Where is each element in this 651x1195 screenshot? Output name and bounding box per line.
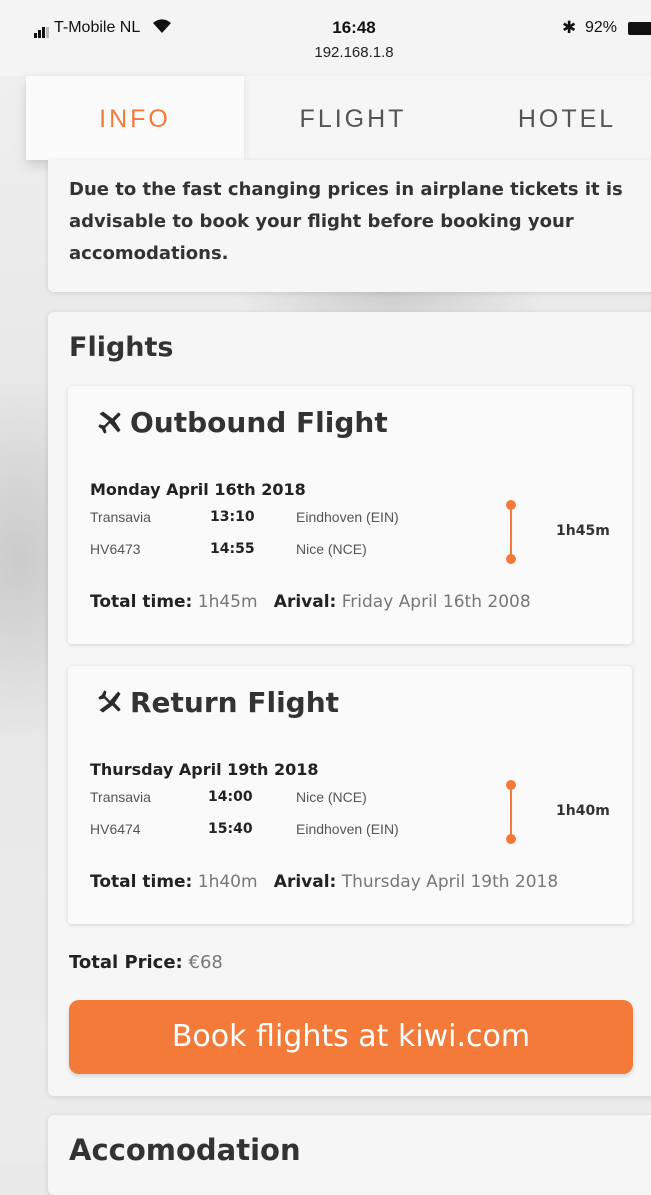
return-flight-card: Return Flight Thursday April 19th 2018 T…: [68, 666, 632, 924]
return-title: Return Flight: [96, 686, 339, 719]
return-duration: 1h40m: [556, 803, 610, 819]
arrival-label: Arival:: [273, 592, 337, 612]
page-url: 192.168.1.8: [314, 44, 394, 61]
plane-takeoff-icon: [98, 411, 121, 434]
battery-icon: [628, 22, 651, 35]
tab-bar: INFO FLIGHT HOTEL: [26, 76, 651, 160]
return-date: Thursday April 19th 2018: [90, 760, 319, 779]
total-time-label: Total time:: [90, 872, 193, 892]
total-time-value: 1h45m: [197, 592, 258, 612]
flights-card: Flights Outbound Flight Monday April 16t…: [48, 312, 651, 1096]
total-price-value: €68: [188, 952, 223, 973]
return-arrive-time: 15:40: [208, 821, 253, 837]
notice-text: Due to the fast changing prices in airpl…: [69, 179, 623, 264]
total-price-label: Total Price:: [69, 952, 183, 973]
route-line: [510, 786, 512, 840]
return-airline: Transavia: [90, 789, 151, 805]
route-end-dot: [506, 834, 516, 844]
tab-flight[interactable]: FLIGHT: [258, 76, 448, 160]
outbound-airline: Transavia: [90, 509, 151, 525]
route-end-dot: [506, 554, 516, 564]
flights-title: Flights: [69, 332, 174, 363]
outbound-from: Eindhoven (EIN): [296, 509, 399, 525]
book-flights-button[interactable]: Book flights at kiwi.com: [69, 1000, 633, 1074]
total-price: Total Price: €68: [69, 952, 223, 973]
return-to: Eindhoven (EIN): [296, 821, 399, 837]
tab-hotel[interactable]: HOTEL: [472, 76, 651, 160]
arrival-value: Thursday April 19th 2018: [341, 872, 559, 892]
bluetooth-icon: ✱: [562, 18, 577, 37]
clock: 16:48: [332, 18, 376, 37]
accomodation-card: Accomodation: [48, 1115, 651, 1195]
total-time-value: 1h40m: [197, 872, 258, 892]
tab-info[interactable]: INFO: [26, 76, 244, 160]
battery-percent: 92%: [585, 19, 618, 36]
notice-card: Due to the fast changing prices in airpl…: [48, 160, 651, 292]
return-summary: Total time: 1h40m Arival: Thursday April…: [90, 872, 558, 892]
return-depart-time: 14:00: [208, 789, 253, 805]
total-time-label: Total time:: [90, 592, 193, 612]
plane-landing-icon: [98, 690, 121, 713]
return-title-label: Return Flight: [130, 686, 340, 719]
status-bar: T-Mobile NL 16:48 192.168.1.8 ✱ 92%: [0, 0, 651, 76]
outbound-depart-time: 13:10: [210, 509, 255, 525]
route-line: [510, 506, 512, 560]
outbound-to: Nice (NCE): [296, 541, 367, 557]
outbound-date: Monday April 16th 2018: [90, 480, 306, 499]
route-start-dot: [506, 500, 516, 510]
outbound-flight-card: Outbound Flight Monday April 16th 2018 T…: [68, 386, 632, 644]
return-from: Nice (NCE): [296, 789, 367, 805]
outbound-title: Outbound Flight: [96, 406, 388, 439]
return-flight-number: HV6474: [90, 821, 141, 837]
arrival-label: Arival:: [273, 872, 337, 892]
route-start-dot: [506, 780, 516, 790]
outbound-arrive-time: 14:55: [210, 541, 255, 557]
outbound-summary: Total time: 1h45m Arival: Friday April 1…: [90, 592, 531, 612]
arrival-value: Friday April 16th 2008: [341, 592, 531, 612]
outbound-duration: 1h45m: [556, 523, 610, 539]
accomodation-title: Accomodation: [69, 1133, 301, 1167]
outbound-title-label: Outbound Flight: [130, 406, 388, 439]
outbound-flight-number: HV6473: [90, 541, 141, 557]
